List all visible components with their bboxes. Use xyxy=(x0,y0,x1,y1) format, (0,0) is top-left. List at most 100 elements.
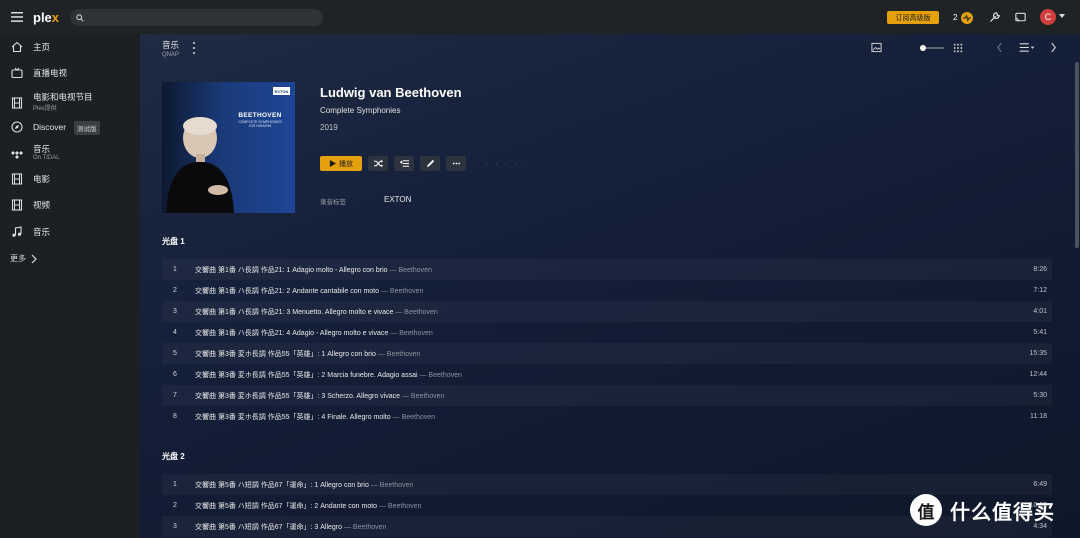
list-sort-icon[interactable] xyxy=(1018,42,1036,56)
pencil-icon xyxy=(426,159,434,168)
track-duration: 11:18 xyxy=(1030,413,1047,420)
user-avatar[interactable]: C xyxy=(1040,9,1056,25)
breadcrumb[interactable]: 音乐 QNAP xyxy=(162,39,179,58)
chevron-down-icon[interactable] xyxy=(1059,14,1065,18)
sidebar-item-tidal-music[interactable]: 音乐 On TIDAL xyxy=(0,140,140,168)
scrollbar[interactable] xyxy=(1075,62,1079,248)
wrench-settings-icon[interactable] xyxy=(987,10,1001,24)
track-duration: 8:26 xyxy=(1033,266,1047,273)
track-title[interactable]: 交響曲 第5番 ハ短調 作品67「運命」: 1 Allegro con brio… xyxy=(195,480,413,490)
track-title[interactable]: 交響曲 第1番 ハ長調 作品21: 2 Andante cantabile co… xyxy=(195,286,423,296)
page-title: 音乐 xyxy=(162,40,180,50)
track-number: 1 xyxy=(173,481,177,488)
album-cover[interactable]: EXTON BEETHOVEN COMPLETE SYMPHONIES JOE … xyxy=(162,82,295,213)
track-artist[interactable]: — Beethoven xyxy=(379,503,421,510)
track-artist[interactable]: — Beethoven xyxy=(402,393,444,400)
track-title[interactable]: 交響曲 第3番 変ホ長調 作品55「英雄」: 2 Marcia funebre.… xyxy=(195,370,462,380)
track-artist[interactable]: — Beethoven xyxy=(395,309,437,316)
sidebar-more[interactable]: 更多 xyxy=(10,253,38,264)
track-duration: 4:01 xyxy=(1033,308,1047,315)
track-artist[interactable]: — Beethoven xyxy=(393,414,435,421)
track-artist[interactable]: — Beethoven xyxy=(381,288,423,295)
sidebar: 主页 直播电视 电影和电视节目 Plex提供 Discover 测试版 音乐 O… xyxy=(0,34,140,538)
track-name: 交響曲 第3番 変ホ長調 作品55「英雄」: 2 Marcia funebre.… xyxy=(195,371,418,379)
track-artist[interactable]: — Beethoven xyxy=(378,351,420,358)
track-name: 交響曲 第1番 ハ長調 作品21: 2 Andante cantabile co… xyxy=(195,287,380,295)
sidebar-item-movies[interactable]: 电影 xyxy=(0,167,140,191)
zoom-slider-knob[interactable] xyxy=(920,45,926,51)
grid-view-icon[interactable] xyxy=(953,42,963,56)
play-icon xyxy=(329,160,336,167)
track-title[interactable]: 交響曲 第1番 ハ長調 作品21: 1 Adagio molto - Alleg… xyxy=(195,265,432,275)
image-view-icon[interactable] xyxy=(871,42,882,56)
track-artist[interactable]: — Beethoven xyxy=(390,267,432,274)
track-duration: 12:44 xyxy=(1029,371,1047,378)
record-label-key: 录音标签 xyxy=(320,199,346,206)
sidebar-item-videos[interactable]: 视频 xyxy=(0,193,140,217)
track-row[interactable]: 5 交響曲 第3番 変ホ長調 作品55「英雄」: 1 Allegro con br… xyxy=(162,343,1052,364)
rating-dots[interactable]: · · · · · · xyxy=(476,162,529,168)
menu-icon[interactable] xyxy=(0,0,34,34)
beta-badge: 测试版 xyxy=(74,121,100,135)
top-bar: plex 订阅高级版 2 C xyxy=(0,0,1080,34)
activity-indicator[interactable]: 2 xyxy=(953,11,974,24)
edit-button[interactable] xyxy=(420,156,440,171)
track-name: 交響曲 第1番 ハ長調 作品21: 3 Menuetto. Allegro mo… xyxy=(195,308,394,316)
search-bar[interactable] xyxy=(70,9,323,26)
shuffle-button[interactable] xyxy=(368,156,388,171)
track-row[interactable]: 4 交響曲 第1番 ハ長調 作品21: 4 Adagio - Allegro mo… xyxy=(162,322,1052,343)
track-artist[interactable]: — Beethoven xyxy=(344,524,386,531)
film-icon xyxy=(10,199,23,212)
cover-portrait-image xyxy=(166,117,234,213)
plex-logo[interactable]: plex xyxy=(33,10,71,25)
sidebar-item-home[interactable]: 主页 xyxy=(0,35,140,59)
track-row[interactable]: 3 交響曲 第1番 ハ長調 作品21: 3 Menuetto. Allegro m… xyxy=(162,301,1052,322)
track-title[interactable]: 交響曲 第1番 ハ長調 作品21: 4 Adagio - Allegro mol… xyxy=(195,328,433,338)
track-name: 交響曲 第5番 ハ短調 作品67「運命」: 1 Allegro con brio xyxy=(195,481,369,489)
chevron-right-icon xyxy=(31,254,37,263)
track-title[interactable]: 交響曲 第5番 ハ短調 作品67「運命」: 3 Allegro — Beetho… xyxy=(195,522,386,532)
more-options-icon[interactable] xyxy=(190,42,198,54)
cover-conductor: JOE HISAISHI xyxy=(248,124,272,128)
track-title[interactable]: 交響曲 第3番 変ホ長調 作品55「英雄」: 4 Finale. Allegro… xyxy=(195,412,435,422)
subscribe-button[interactable]: 订阅高级版 xyxy=(887,11,939,24)
artist-name[interactable]: Ludwig van Beethoven xyxy=(320,85,462,100)
record-label-value[interactable]: EXTON xyxy=(384,195,411,204)
track-duration: 15:35 xyxy=(1029,350,1047,357)
more-actions-button[interactable] xyxy=(446,156,466,171)
track-number: 4 xyxy=(173,329,177,336)
track-artist[interactable]: — Beethoven xyxy=(390,330,432,337)
activity-count: 2 xyxy=(953,13,958,22)
sidebar-item-music[interactable]: 音乐 xyxy=(0,220,140,244)
track-title[interactable]: 交響曲 第5番 ハ短調 作品67「運命」: 2 Andante con moto… xyxy=(195,501,421,511)
search-input[interactable] xyxy=(89,12,309,23)
track-title[interactable]: 交響曲 第3番 変ホ長調 作品55「英雄」: 1 Allegro con bri… xyxy=(195,349,420,359)
track-row[interactable]: 6 交響曲 第3番 変ホ長調 作品55「英雄」: 2 Marcia funebre… xyxy=(162,364,1052,385)
shuffle-icon xyxy=(373,159,383,168)
sidebar-item-sublabel: On TIDAL xyxy=(33,155,60,161)
track-row[interactable]: 1 交響曲 第1番 ハ長調 作品21: 1 Adagio molto - Alle… xyxy=(162,259,1052,280)
add-to-queue-button[interactable] xyxy=(394,156,414,171)
zoom-slider[interactable] xyxy=(920,45,944,51)
sidebar-item-live-tv[interactable]: 直播电视 xyxy=(0,61,140,85)
compass-icon xyxy=(10,121,23,134)
track-artist[interactable]: — Beethoven xyxy=(419,372,461,379)
track-row[interactable]: 1 交響曲 第5番 ハ短調 作品67「運命」: 1 Allegro con bri… xyxy=(162,474,1052,495)
sidebar-item-movies-tv[interactable]: 电影和电视节目 Plex提供 xyxy=(0,88,140,116)
cast-icon[interactable] xyxy=(1013,10,1027,24)
track-row[interactable]: 8 交響曲 第3番 変ホ長調 作品55「英雄」: 4 Finale. Allegr… xyxy=(162,406,1052,427)
cover-title: BEETHOVEN xyxy=(238,112,282,119)
track-number: 6 xyxy=(173,371,177,378)
sidebar-item-label: 音乐 xyxy=(33,144,51,154)
track-name: 交響曲 第3番 変ホ長調 作品55「英雄」: 1 Allegro con bri… xyxy=(195,350,376,358)
track-row[interactable]: 2 交響曲 第1番 ハ長調 作品21: 2 Andante cantabile c… xyxy=(162,280,1052,301)
chevron-right-icon[interactable] xyxy=(1050,42,1057,56)
track-title[interactable]: 交響曲 第3番 変ホ長調 作品55「英雄」: 3 Scherzo. Allegr… xyxy=(195,391,444,401)
track-number: 3 xyxy=(173,523,177,530)
track-row[interactable]: 7 交響曲 第3番 変ホ長調 作品55「英雄」: 3 Scherzo. Alleg… xyxy=(162,385,1052,406)
track-title[interactable]: 交響曲 第1番 ハ長調 作品21: 3 Menuetto. Allegro mo… xyxy=(195,307,438,317)
play-button[interactable]: 播放 xyxy=(320,156,362,171)
chevron-left-icon[interactable] xyxy=(996,42,1003,56)
sidebar-item-discover[interactable]: Discover xyxy=(0,115,140,139)
track-artist[interactable]: — Beethoven xyxy=(371,482,413,489)
